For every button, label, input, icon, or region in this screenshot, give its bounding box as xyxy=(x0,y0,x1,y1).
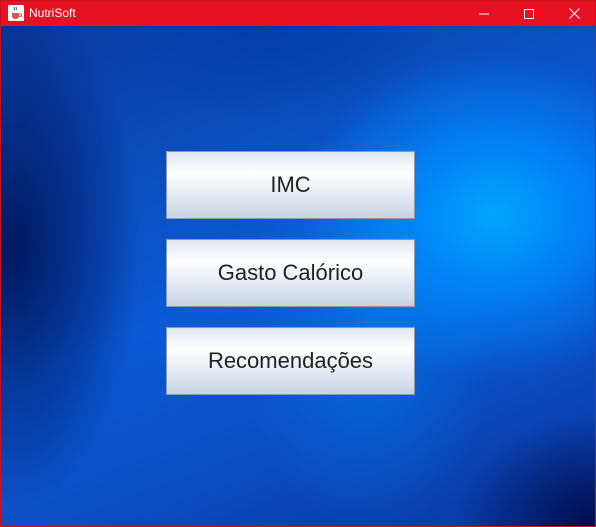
close-icon xyxy=(568,8,580,19)
imc-button[interactable]: IMC xyxy=(166,151,415,219)
minimize-button[interactable] xyxy=(461,1,507,26)
recomendacoes-button-label: Recomendações xyxy=(207,348,374,373)
app-window: NutriSoft IMC Gasto Calórico Recomendaçõ… xyxy=(0,0,596,527)
main-panel: IMC Gasto Calórico Recomendações xyxy=(1,26,595,526)
title-bar[interactable]: NutriSoft xyxy=(1,1,595,26)
window-title: NutriSoft xyxy=(29,6,76,20)
imc-button-label: IMC xyxy=(270,172,311,197)
maximize-button[interactable] xyxy=(506,1,552,26)
minimize-icon xyxy=(479,13,489,14)
gasto-calorico-button-label: Gasto Calórico xyxy=(217,260,364,285)
java-cup-icon[interactable] xyxy=(8,5,24,21)
maximize-icon xyxy=(524,8,534,19)
recomendacoes-button[interactable]: Recomendações xyxy=(166,327,415,395)
close-button[interactable] xyxy=(551,1,595,26)
gasto-calorico-button[interactable]: Gasto Calórico xyxy=(166,239,415,307)
